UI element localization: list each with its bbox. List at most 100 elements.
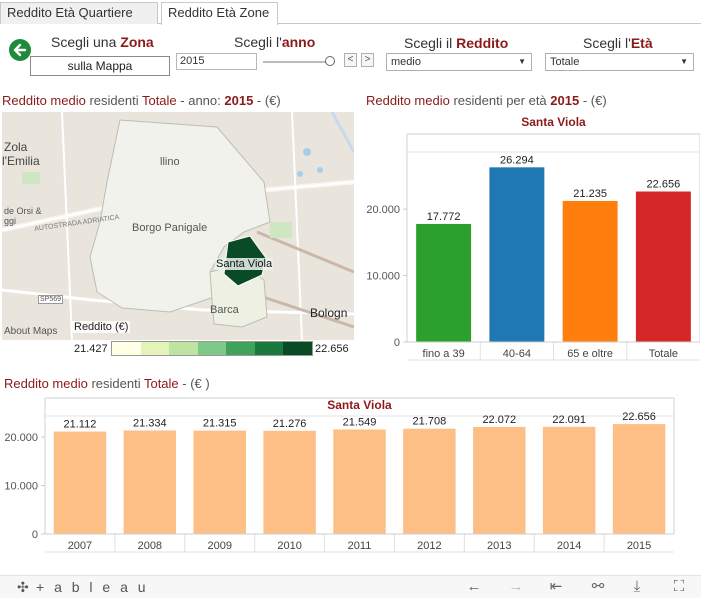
x-tick-label: 40-64 [503, 348, 531, 360]
download-icon[interactable]: ⤓ [628, 578, 646, 596]
reddito-dropdown-value: medio [391, 56, 421, 68]
tab-reddito-eta-quartiere[interactable]: Reddito Età Quartiere [0, 2, 158, 24]
bar-value-label: 21.276 [273, 418, 307, 430]
legend-swatch [283, 342, 313, 355]
year-next-button[interactable]: > [361, 53, 374, 67]
eta-dropdown[interactable]: Totale ▼ [545, 53, 694, 71]
chart-title: Santa Viola [521, 115, 586, 129]
bar-value-label: 21.334 [133, 418, 167, 430]
bar [635, 191, 691, 342]
bar [489, 167, 545, 342]
map-section-title: Reddito medio residenti Totale - anno: 2… [2, 93, 281, 108]
bar [416, 223, 472, 342]
bar-value-label: 22.656 [622, 411, 656, 423]
revert-icon[interactable]: ⇤ [547, 578, 565, 596]
x-tick-label: 2012 [417, 540, 441, 552]
eta-title: Scegli l'Età [583, 35, 653, 51]
chevron-down-icon: ▼ [518, 57, 526, 66]
bar [193, 430, 246, 534]
year-slider-track[interactable] [263, 61, 331, 63]
year-bar-chart[interactable]: Santa Viola 0 10.000 20.000 21.112 2007 21.334… [0, 394, 701, 558]
bar [542, 426, 596, 534]
anno-title-highlight: anno [281, 34, 316, 50]
bar-value-label: 26.294 [500, 154, 534, 166]
dashboard: Reddito Età Quartiere Reddito Età Zone S… [0, 0, 701, 598]
map-label-bologna: Bologn [310, 306, 348, 320]
legend-title: Reddito (€) [72, 321, 131, 333]
year-prev-button[interactable]: < [344, 53, 357, 67]
reddito-title-highlight: Reddito [456, 35, 509, 51]
year-title-part: - (€ ) [178, 376, 210, 391]
map-label-santa-viola[interactable]: Santa Viola [215, 258, 274, 270]
y-tick-label: 10.000 [366, 271, 400, 283]
y-tick-label: 0 [394, 337, 400, 349]
bar-value-label: 21.315 [203, 418, 237, 430]
map-label-lino: llino [160, 156, 180, 168]
y-tick-label: 20.000 [4, 432, 38, 444]
map-title-part: - anno: [176, 93, 225, 108]
tab-bar: Reddito Età Quartiere Reddito Età Zone [0, 0, 701, 25]
tableau-toolbar: ✣ + a b l e a u ← → ⇤ ⚯ ⤓ ⛶ [0, 575, 701, 598]
back-arrow-icon[interactable] [9, 39, 31, 61]
bar [53, 431, 107, 534]
legend-swatch [140, 342, 170, 355]
fullscreen-icon[interactable]: ⛶ [670, 578, 688, 596]
x-tick-label: 2013 [487, 540, 511, 552]
zona-title-highlight: Zona [120, 34, 154, 50]
legend-min: 21.427 [74, 343, 108, 355]
year-slider-handle[interactable] [325, 56, 335, 66]
age-title-part: - (€) [579, 93, 607, 108]
about-maps-link[interactable]: About Maps [4, 326, 57, 337]
bar [403, 428, 456, 534]
bar-value-label: 22.656 [647, 178, 681, 190]
eta-title-prefix: Scegli l' [583, 35, 631, 51]
y-tick-label: 10.000 [4, 480, 38, 492]
select-on-map-button[interactable]: sulla Mappa [30, 56, 170, 76]
map-label-ggi: ggi [4, 216, 17, 226]
legend-swatch [169, 342, 198, 355]
year-chart-svg: Santa Viola 0 10.000 20.000 21.112 2007 21.334… [4, 397, 675, 553]
age-bar-chart[interactable]: Santa Viola 0 10.000 20.000 17.772 fino a 39 2… [360, 108, 700, 364]
anno-title: Scegli l'anno [234, 34, 315, 50]
anno-title-prefix: Scegli l' [234, 34, 282, 50]
map-title-part: Totale [141, 93, 177, 108]
map-title-part: 2015 [224, 93, 254, 108]
bar [473, 426, 526, 534]
x-tick-label: 65 e oltre [567, 348, 613, 360]
year-title-part: Reddito medio [4, 376, 88, 391]
zone-map[interactable]: Borgo Panigale Santa Viola Barca Bologn … [2, 112, 354, 340]
bar [562, 200, 618, 342]
color-legend [111, 341, 313, 356]
year-title-part: residenti [87, 376, 144, 391]
bar-value-label: 22.091 [552, 414, 586, 426]
redo-icon[interactable]: → [507, 578, 525, 596]
year-input[interactable]: 2015 [176, 53, 257, 70]
map-title-part: Reddito medio [2, 93, 86, 108]
bar-value-label: 22.072 [482, 414, 516, 426]
tab-reddito-eta-zone[interactable]: Reddito Età Zone [161, 2, 278, 25]
reddito-dropdown[interactable]: medio ▼ [386, 53, 532, 71]
bar [333, 429, 386, 534]
tableau-logo-icon: ✣ [17, 579, 29, 595]
reddito-title: Scegli il Reddito [404, 35, 508, 51]
chevron-down-icon: ▼ [680, 57, 688, 66]
zona-title: Scegli una Zona [51, 34, 154, 50]
bar [612, 424, 666, 534]
map-label-emilia: l'Emilia [2, 154, 40, 168]
age-section-title: Reddito medio residenti per età 2015 - (… [366, 93, 607, 108]
map-label-sp569: SP569 [38, 295, 64, 304]
map-title-part: residenti [85, 93, 142, 108]
bar-value-label: 21.112 [64, 419, 97, 431]
undo-icon[interactable]: ← [465, 578, 483, 596]
share-icon[interactable]: ⚯ [589, 578, 607, 596]
y-tick-label: 20.000 [366, 204, 400, 216]
map-label-borgo-panigale: Borgo Panigale [132, 222, 208, 234]
bar-value-label: 21.708 [413, 416, 447, 428]
age-title-part: 2015 [550, 93, 580, 108]
year-title-part: Totale [143, 376, 179, 391]
map-label-barca: Barca [210, 304, 239, 316]
x-tick-label: 2009 [207, 540, 231, 552]
x-tick-label: 2015 [627, 540, 651, 552]
legend-swatch [226, 342, 255, 355]
bar-value-label: 17.772 [427, 211, 461, 223]
